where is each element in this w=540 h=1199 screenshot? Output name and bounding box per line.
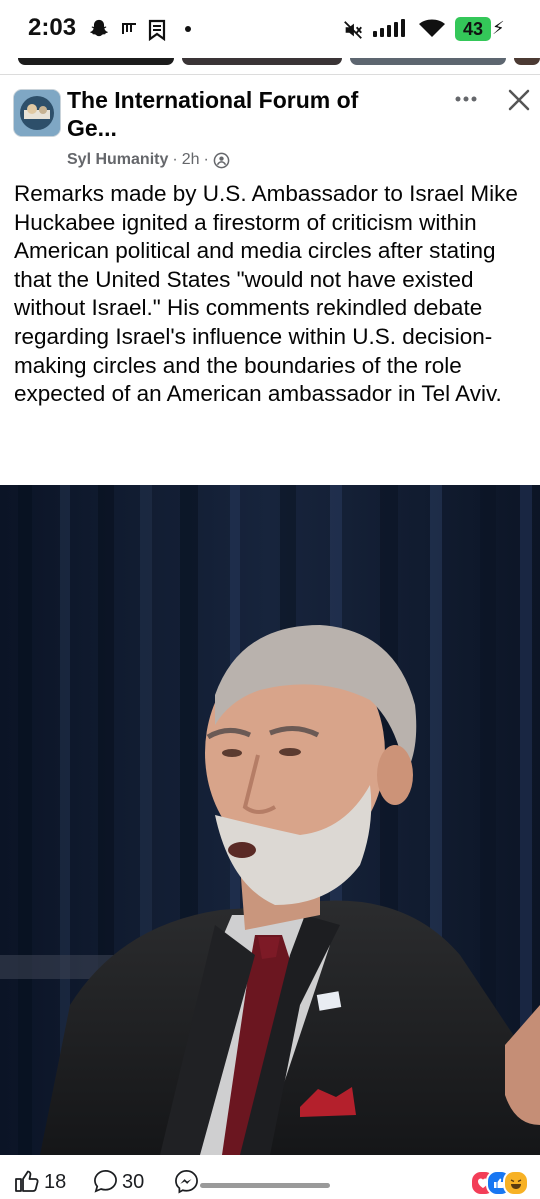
mute-icon bbox=[344, 21, 362, 39]
status-bar: 2:03 43 ⚡ bbox=[0, 0, 540, 58]
battery-indicator: 43 bbox=[455, 17, 491, 41]
haha-reaction-icon[interactable] bbox=[503, 1170, 529, 1196]
wifi-icon bbox=[419, 19, 445, 37]
group-name-link[interactable]: The International Forum of Ge... bbox=[67, 86, 407, 142]
post-meta: Syl Humanity · 2h · bbox=[67, 151, 230, 169]
reaction-bar: 18 30 bbox=[0, 1156, 540, 1199]
close-icon bbox=[508, 89, 530, 111]
status-time: 2:03 bbox=[28, 14, 77, 41]
more-notifications-dot bbox=[185, 26, 191, 32]
messenger-icon[interactable] bbox=[174, 1169, 199, 1194]
close-post-button[interactable] bbox=[503, 84, 535, 116]
signal-icon bbox=[373, 19, 405, 37]
news-icon bbox=[148, 19, 166, 41]
meta-separator: · bbox=[172, 151, 178, 168]
more-options-button[interactable] bbox=[451, 87, 483, 115]
comment-icon[interactable] bbox=[93, 1169, 118, 1194]
friends-icon bbox=[213, 152, 230, 168]
like-count[interactable]: 18 bbox=[44, 1171, 66, 1194]
charging-icon: ⚡ bbox=[492, 18, 505, 38]
group-avatar[interactable] bbox=[13, 89, 61, 137]
author-name[interactable]: Syl Humanity bbox=[67, 151, 168, 169]
divider bbox=[0, 74, 540, 75]
post-time[interactable]: 2h bbox=[182, 151, 200, 169]
snapchat-icon bbox=[90, 19, 108, 37]
app-notification-icon bbox=[122, 23, 136, 34]
home-indicator[interactable] bbox=[200, 1183, 330, 1188]
previous-post-strip bbox=[0, 58, 540, 72]
comment-count[interactable]: 30 bbox=[122, 1171, 144, 1194]
more-dots-icon bbox=[455, 96, 477, 102]
post-body-text: Remarks made by U.S. Ambassador to Israe… bbox=[14, 181, 518, 407]
like-icon[interactable] bbox=[14, 1169, 40, 1193]
meta-separator: · bbox=[203, 151, 209, 168]
post-photo[interactable] bbox=[0, 485, 540, 1155]
